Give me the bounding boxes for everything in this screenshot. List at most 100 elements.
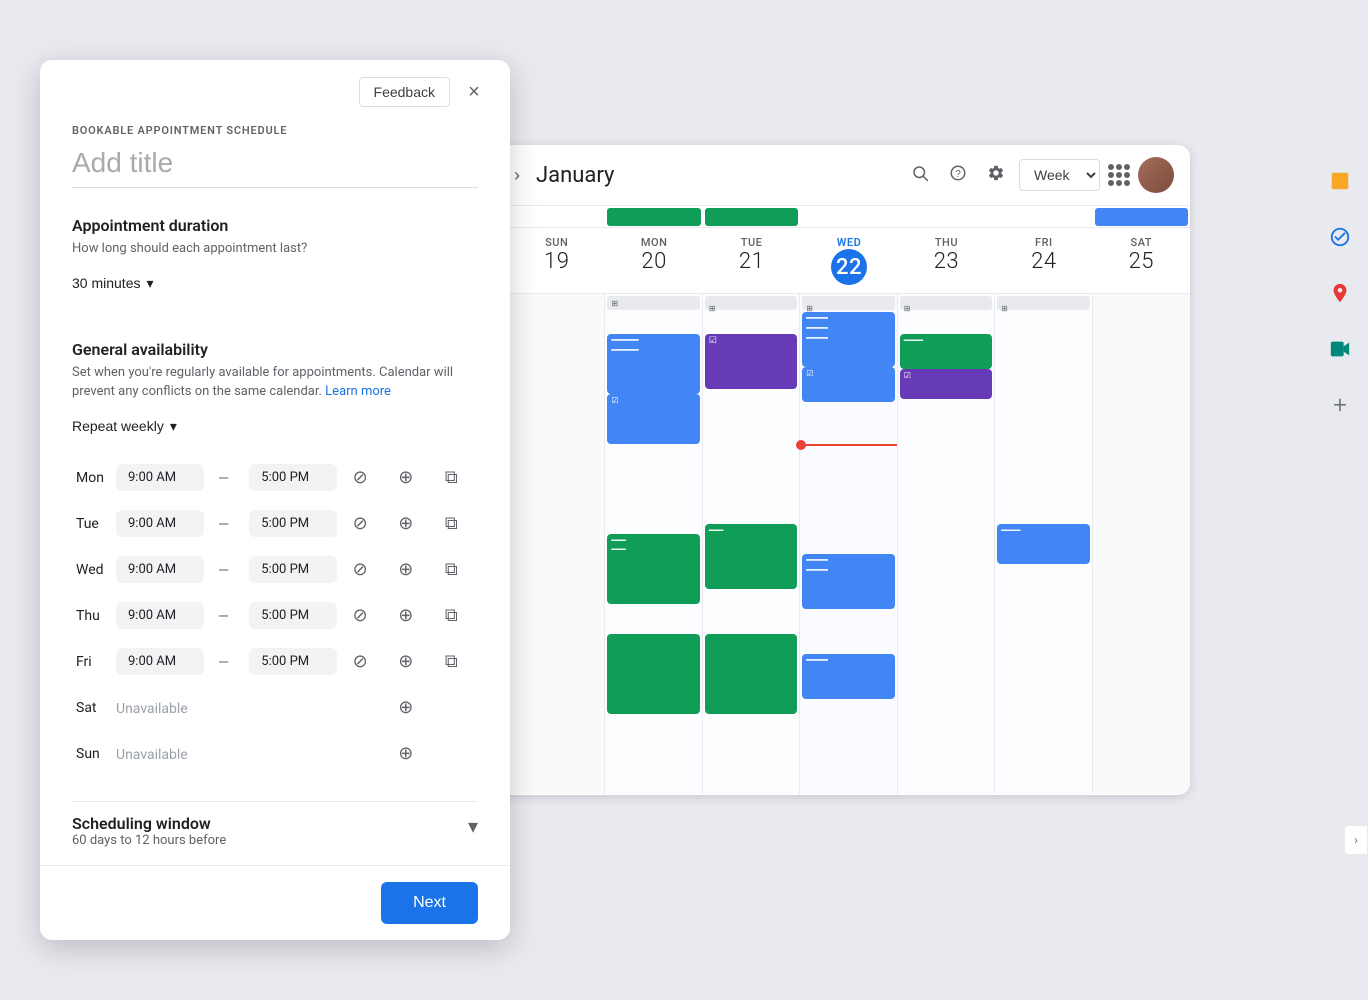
end-time-wed[interactable]: 5:00 PM	[249, 556, 337, 583]
start-time-wed[interactable]: 9:00 AM	[116, 556, 204, 583]
event-fri-1[interactable]: ━━━━	[997, 524, 1089, 564]
end-time-thu[interactable]: 5:00 PM	[249, 602, 337, 629]
expand-button[interactable]: ›	[1344, 825, 1368, 855]
search-button[interactable]	[905, 158, 935, 193]
copy-fri-button[interactable]: ⧉	[436, 647, 466, 677]
event-tue-3[interactable]	[705, 634, 797, 714]
day-header-thu: THU 23	[898, 228, 995, 293]
day-col-tue[interactable]: ⊞ ☑ ━━━	[703, 294, 800, 794]
event-tue-1[interactable]: ☑	[705, 334, 797, 389]
apps-grid-icon[interactable]	[1108, 164, 1130, 186]
copy-wed-button[interactable]: ⧉	[436, 555, 466, 585]
event-wed-2[interactable]: ☑	[802, 367, 894, 402]
availability-row-mon: Mon 9:00 AM — 5:00 PM ⊘ ⊕ ⧉	[72, 455, 478, 501]
feedback-button[interactable]: Feedback	[359, 77, 450, 107]
calendar-body: 9 AM 10 AM 11 AM 12 PM 1 PM ⊞ ━━━━━ ━━━━…	[460, 294, 1190, 794]
day-col-fri[interactable]: ⊞ ━━━━	[995, 294, 1092, 794]
all-day-event-mon[interactable]	[607, 208, 700, 226]
add-slot-fri-button[interactable]: ⊕	[391, 647, 421, 677]
event-mon-1[interactable]: ━━━━━ ━━━━━	[607, 334, 699, 394]
sidebar-add-icon[interactable]: +	[1320, 385, 1360, 425]
sidebar-maps-icon[interactable]	[1320, 273, 1360, 313]
event-thu-2[interactable]: ☑	[900, 369, 992, 399]
add-slot-sun-button[interactable]: ⊕	[391, 739, 421, 769]
help-button[interactable]: ?	[943, 158, 973, 193]
sidebar-todo-icon[interactable]	[1320, 217, 1360, 257]
event-wed-4[interactable]: ━━━━	[802, 654, 894, 699]
day-col-sat[interactable]	[1093, 294, 1190, 794]
add-slot-mon-button[interactable]: ⊕	[391, 463, 421, 493]
right-sidebar: +	[1312, 145, 1368, 795]
modal-body: BOOKABLE APPOINTMENT SCHEDULE Appointmen…	[40, 116, 510, 865]
booking-indicator-tue: ⊞	[705, 296, 797, 310]
svg-text:?: ?	[955, 168, 961, 179]
unavailable-tue-button[interactable]: ⊘	[345, 509, 375, 539]
add-slot-sat-button[interactable]: ⊕	[391, 693, 421, 723]
availability-desc: Set when you're regularly available for …	[72, 363, 478, 402]
day-label-sun: Sun	[72, 731, 112, 777]
day-col-wed[interactable]: ⊞ ━━━━ ━━━━ ━━━━ ☑ ━━━━ ━━━━ ━━━━	[800, 294, 897, 794]
repeat-value: Repeat weekly	[72, 418, 164, 434]
booking-indicator-wed: ⊞	[802, 296, 894, 310]
day-col-mon[interactable]: ⊞ ━━━━━ ━━━━━ ☑ ━━━ ━━━	[605, 294, 702, 794]
availability-row-wed: Wed 9:00 AM — 5:00 PM ⊘ ⊕ ⧉	[72, 547, 478, 593]
duration-select-button[interactable]: 30 minutes ▾	[72, 275, 154, 292]
add-slot-thu-button[interactable]: ⊕	[391, 601, 421, 631]
sun-unavailable-label: Unavailable	[116, 747, 188, 763]
day-label-thu: Thu	[72, 593, 112, 639]
end-time-mon[interactable]: 5:00 PM	[249, 464, 337, 491]
unavailable-thu-button[interactable]: ⊘	[345, 601, 375, 631]
duration-value: 30 minutes	[72, 275, 140, 291]
all-day-bar	[460, 206, 1190, 228]
user-avatar[interactable]	[1138, 157, 1174, 193]
appointment-modal: Feedback × BOOKABLE APPOINTMENT SCHEDULE…	[40, 60, 510, 940]
duration-desc: How long should each appointment last?	[72, 239, 478, 259]
next-button[interactable]: Next	[381, 882, 478, 924]
scheduling-window-chevron[interactable]: ▾	[468, 814, 478, 839]
days-header: SUN 19 MON 20 TUE 21 WED 22 THU 23 FRI 2…	[460, 228, 1190, 294]
close-button[interactable]: ×	[458, 76, 490, 108]
day-col-thu[interactable]: ⊞ ━━━━ ☑	[898, 294, 995, 794]
end-time-tue[interactable]: 5:00 PM	[249, 510, 337, 537]
day-col-sun[interactable]	[508, 294, 605, 794]
sidebar-meet-icon[interactable]	[1320, 329, 1360, 369]
event-wed-3[interactable]: ━━━━ ━━━━	[802, 554, 894, 609]
event-mon-4[interactable]	[607, 634, 699, 714]
settings-button[interactable]	[981, 158, 1011, 193]
unavailable-mon-button[interactable]: ⊘	[345, 463, 375, 493]
availability-row-tue: Tue 9:00 AM — 5:00 PM ⊘ ⊕ ⧉	[72, 501, 478, 547]
event-tue-2[interactable]: ━━━	[705, 524, 797, 589]
start-time-mon[interactable]: 9:00 AM	[116, 464, 204, 491]
booking-indicator-mon: ⊞	[607, 296, 699, 310]
sat-unavailable-label: Unavailable	[116, 701, 188, 717]
start-time-tue[interactable]: 9:00 AM	[116, 510, 204, 537]
availability-row-sat: Sat Unavailable ⊕	[72, 685, 478, 731]
event-mon-2[interactable]: ☑	[607, 394, 699, 444]
day-header-wed: WED 22	[800, 228, 897, 293]
unavailable-fri-button[interactable]: ⊘	[345, 647, 375, 677]
calendar-panel: ‹ › January ? Week Day Month	[460, 145, 1190, 795]
start-time-fri[interactable]: 9:00 AM	[116, 648, 204, 675]
copy-mon-button[interactable]: ⧉	[436, 463, 466, 493]
day-header-sun: SUN 19	[508, 228, 605, 293]
repeat-select-button[interactable]: Repeat weekly ▾	[72, 418, 177, 435]
title-input[interactable]	[72, 143, 478, 188]
calendar-toolbar: ? Week Day Month	[905, 157, 1174, 193]
view-select[interactable]: Week Day Month	[1019, 159, 1100, 191]
copy-tue-button[interactable]: ⧉	[436, 509, 466, 539]
unavailable-wed-button[interactable]: ⊘	[345, 555, 375, 585]
sidebar-tasks-icon[interactable]	[1320, 161, 1360, 201]
end-time-fri[interactable]: 5:00 PM	[249, 648, 337, 675]
section-label: BOOKABLE APPOINTMENT SCHEDULE	[72, 124, 478, 137]
event-wed-1[interactable]: ━━━━ ━━━━ ━━━━	[802, 312, 894, 367]
event-thu-1[interactable]: ━━━━	[900, 334, 992, 369]
event-mon-3[interactable]: ━━━ ━━━	[607, 534, 699, 604]
learn-more-link[interactable]: Learn more	[325, 384, 391, 399]
copy-thu-button[interactable]: ⧉	[436, 601, 466, 631]
add-slot-tue-button[interactable]: ⊕	[391, 509, 421, 539]
start-time-thu[interactable]: 9:00 AM	[116, 602, 204, 629]
all-day-event-tue[interactable]	[705, 208, 798, 226]
day-header-sat: SAT 25	[1093, 228, 1190, 293]
add-slot-wed-button[interactable]: ⊕	[391, 555, 421, 585]
all-day-event-sat[interactable]	[1095, 208, 1188, 226]
